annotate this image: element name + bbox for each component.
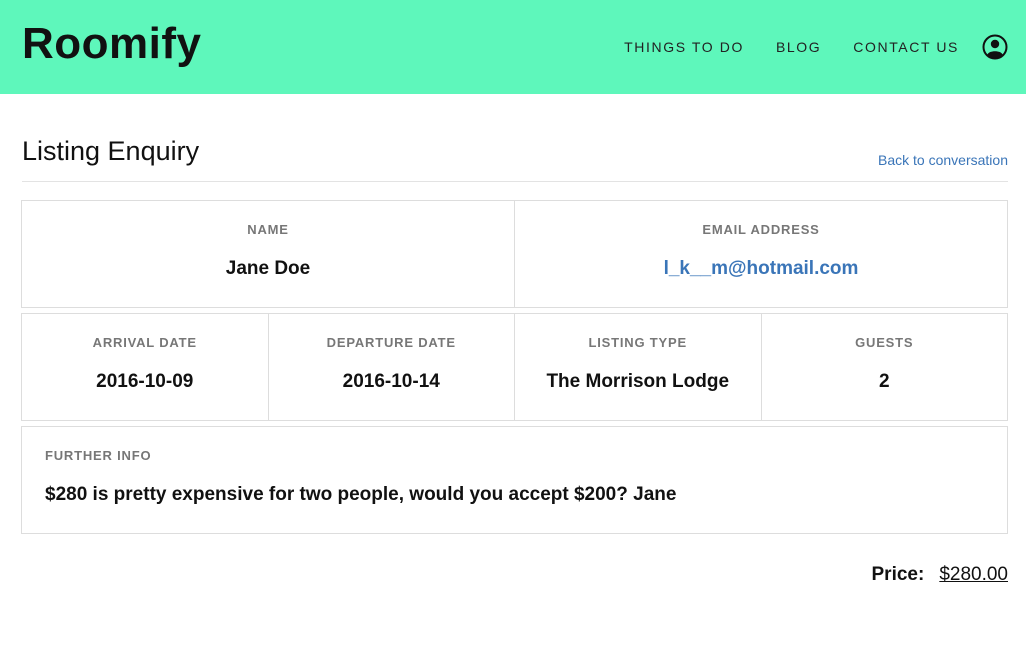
nav-things-to-do[interactable]: THINGS TO DO xyxy=(624,39,744,55)
email-cell: EMAIL ADDRESS l_k__m@hotmail.com xyxy=(514,201,1007,307)
email-label: EMAIL ADDRESS xyxy=(702,222,820,237)
further-info-row: FURTHER INFO $280 is pretty expensive fo… xyxy=(21,426,1008,534)
booking-row: ARRIVAL DATE 2016-10-09 DEPARTURE DATE 2… xyxy=(21,313,1008,421)
nav-blog[interactable]: BLOG xyxy=(776,39,821,55)
listing-type-cell: LISTING TYPE The Morrison Lodge xyxy=(514,314,761,420)
listing-type-value: The Morrison Lodge xyxy=(546,371,730,392)
back-to-conversation-link[interactable]: Back to conversation xyxy=(878,152,1008,168)
arrival-label: ARRIVAL DATE xyxy=(92,335,197,350)
price-value[interactable]: $280.00 xyxy=(939,563,1008,587)
listing-type-label: LISTING TYPE xyxy=(588,335,687,350)
price-label: Price: xyxy=(871,564,925,585)
further-info-cell: FURTHER INFO $280 is pretty expensive fo… xyxy=(22,427,1007,533)
price-summary: Price: $280.00 xyxy=(872,563,1009,587)
guests-label: GUESTS xyxy=(855,335,914,350)
main-nav: THINGS TO DO BLOG CONTACT US xyxy=(624,0,1008,94)
further-info-text: $280 is pretty expensive for two people,… xyxy=(45,484,677,505)
site-header: Roomify THINGS TO DO BLOG CONTACT US xyxy=(0,0,1026,94)
name-label: NAME xyxy=(247,222,289,237)
name-value: Jane Doe xyxy=(225,258,311,279)
nav-contact-us[interactable]: CONTACT US xyxy=(853,39,959,55)
guests-value: 2 xyxy=(878,371,890,392)
arrival-value: 2016-10-09 xyxy=(96,371,194,392)
page-title: Listing Enquiry xyxy=(22,136,200,166)
contact-row: NAME Jane Doe EMAIL ADDRESS l_k__m@hotma… xyxy=(21,200,1008,308)
page-heading: Listing Enquiry Back to conversation xyxy=(22,130,1008,182)
brand-logo[interactable]: Roomify xyxy=(22,18,202,70)
arrival-cell: ARRIVAL DATE 2016-10-09 xyxy=(22,314,268,420)
departure-label: DEPARTURE DATE xyxy=(326,335,456,350)
name-cell: NAME Jane Doe xyxy=(22,201,514,307)
departure-cell: DEPARTURE DATE 2016-10-14 xyxy=(267,314,515,420)
user-circle-icon[interactable] xyxy=(982,34,1008,60)
departure-value: 2016-10-14 xyxy=(342,371,440,392)
further-info-label: FURTHER INFO xyxy=(45,448,152,463)
email-link[interactable]: l_k__m@hotmail.com xyxy=(515,258,1007,280)
guests-cell: GUESTS 2 xyxy=(760,314,1008,420)
